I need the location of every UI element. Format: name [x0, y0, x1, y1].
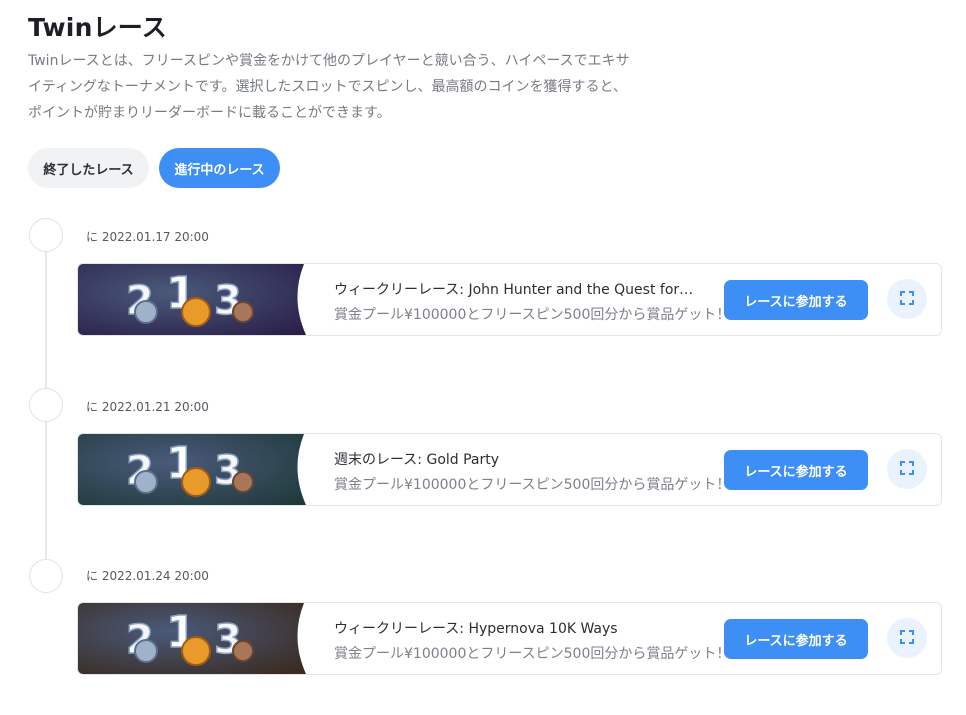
podium-graphic: 213: [78, 603, 306, 674]
join-race-button[interactable]: レースに参加する: [724, 280, 868, 320]
join-race-button[interactable]: レースに参加する: [724, 619, 868, 659]
description-line: Twinレースとは、フリースピンや賞金をかけて他のプレイヤーと競い合う、ハイペー…: [28, 53, 630, 69]
race-title[interactable]: ウィークリーレース: Hypernova 10K Ways: [334, 618, 694, 638]
race-prize-text: 賞金プール¥100000とフリースピン500回分から賞品ゲット！: [334, 307, 731, 323]
race-date: に 2022.01.21 20:00: [86, 400, 209, 414]
join-race-button[interactable]: レースに参加する: [724, 450, 868, 490]
description-line: イティングなトーナメントです。選択したスロットでスピンし、最高額のコインを獲得す…: [28, 79, 627, 95]
bronze-medal: [232, 471, 254, 493]
gold-medal: [181, 636, 211, 666]
race-prize-text: 賞金プール¥100000とフリースピン500回分から賞品ゲット！: [334, 646, 731, 662]
race-card: 213 ウィークリーレース: Hypernova 10K Ways 賞金プール¥…: [77, 602, 942, 675]
race-date: に 2022.01.17 20:00: [86, 230, 209, 244]
gold-medal: [181, 467, 211, 497]
description-line: ポイントが貯まりリーダーボードに載ることができます。: [28, 105, 391, 121]
silver-medal: [134, 470, 158, 494]
expand-button[interactable]: [887, 279, 927, 319]
expand-button[interactable]: [887, 449, 927, 489]
tab-ended-races[interactable]: 終了したレース: [28, 148, 149, 188]
timeline-node: [29, 559, 63, 593]
podium-graphic: 213: [78, 434, 306, 505]
race-prize-text: 賞金プール¥100000とフリースピン500回分から賞品ゲット！: [334, 477, 731, 493]
race-thumbnail[interactable]: 213: [78, 434, 308, 505]
gold-medal: [181, 297, 211, 327]
race-thumbnail[interactable]: 213: [78, 264, 308, 335]
fullscreen-expand-icon: [900, 629, 914, 648]
race-title[interactable]: 週末のレース: Gold Party: [334, 449, 694, 469]
silver-medal: [134, 300, 158, 324]
race-card: 213 ウィークリーレース: John Hunter and the Quest…: [77, 263, 942, 336]
race-title[interactable]: ウィークリーレース: John Hunter and the Quest for…: [334, 279, 694, 299]
timeline-node: [29, 388, 63, 422]
page-description: Twinレースとは、フリースピンや賞金をかけて他のプレイヤーと競い合う、ハイペー…: [28, 48, 708, 126]
timeline-node: [29, 218, 63, 252]
silver-medal: [134, 639, 158, 663]
bronze-medal: [232, 640, 254, 662]
race-date: に 2022.01.24 20:00: [86, 569, 209, 583]
fullscreen-expand-icon: [900, 290, 914, 309]
expand-button[interactable]: [887, 618, 927, 658]
page-title: Twinレース: [28, 13, 167, 42]
podium-graphic: 213: [78, 264, 306, 335]
race-thumbnail[interactable]: 213: [78, 603, 308, 674]
bronze-medal: [232, 301, 254, 323]
tab-ongoing-races[interactable]: 進行中のレース: [159, 148, 280, 188]
fullscreen-expand-icon: [900, 460, 914, 479]
race-card: 213 週末のレース: Gold Party 賞金プール¥100000とフリース…: [77, 433, 942, 506]
